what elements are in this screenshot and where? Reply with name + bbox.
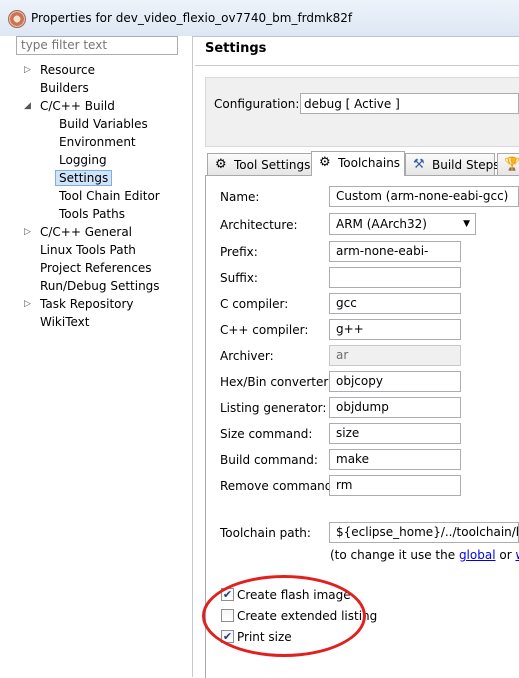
hammer-icon: ⚒ — [413, 157, 425, 172]
window-title: Properties for dev_video_flexio_ov7740_b… — [31, 11, 353, 25]
workspace-link[interactable]: works — [515, 548, 519, 562]
tree-item-resource[interactable]: ▷ Resource — [24, 62, 96, 79]
tab-tool-settings[interactable]: ⚙ Tool Settings — [207, 153, 313, 175]
tree-item-label: C/C++ General — [40, 225, 133, 239]
tree-item-label: WikiText — [40, 315, 90, 329]
tree-item-task-repository[interactable]: ▷ Task Repository — [24, 296, 134, 313]
tree-item-tools-paths[interactable]: Tools Paths — [59, 206, 125, 223]
tree-item-label: Settings — [55, 170, 113, 186]
remove-command-field[interactable]: rm — [329, 475, 461, 496]
c-compiler-field[interactable]: gcc — [329, 293, 461, 314]
tree-item-wikitext[interactable]: WikiText — [40, 314, 90, 331]
toolchain-path-field[interactable]: ${eclipse_home}/../toolchain/bin — [329, 522, 519, 543]
tree-item-label: Tools Paths — [59, 207, 125, 221]
toolchain-path-hint: (to change it use the global or works — [330, 548, 519, 562]
architecture-value: ARM (AArch32) — [336, 217, 427, 231]
tab-build-artifact[interactable]: 🏆 — [497, 153, 519, 175]
tree-item-label: Environment — [59, 135, 136, 149]
collapse-icon[interactable]: ◢ — [24, 98, 31, 115]
expand-icon[interactable]: ▷ — [24, 296, 31, 313]
gear-icon: ⚙ — [215, 157, 227, 172]
build-command-label: Build command: — [220, 453, 318, 467]
settings-tabs: ⚙ Tool Settings ⚙ Toolchains ⚒ Build Ste… — [205, 151, 519, 176]
tree-item-project-references[interactable]: Project References — [40, 260, 152, 277]
tree-item-label: Build Variables — [59, 117, 148, 131]
build-command-field[interactable]: make — [329, 449, 461, 470]
filter-input[interactable] — [16, 36, 178, 55]
toolchain-path-label: Toolchain path: — [220, 526, 311, 540]
app-icon — [8, 10, 26, 28]
cpp-compiler-label: C++ compiler: — [220, 323, 309, 337]
tree-item-linux-tools-path[interactable]: Linux Tools Path — [40, 242, 136, 259]
listing-generator-field[interactable]: objdump — [329, 397, 461, 418]
tree-item-builders[interactable]: Builders — [40, 80, 89, 97]
tree-item-label: Project References — [40, 261, 152, 275]
size-command-label: Size command: — [220, 427, 313, 441]
archiver-field: ar — [329, 345, 461, 366]
configuration-label: Configuration: — [214, 97, 300, 111]
trophy-icon: 🏆 — [504, 157, 519, 172]
hint-text: (to change it use the — [330, 548, 459, 562]
header-divider — [195, 65, 519, 66]
configuration-select[interactable]: debug [ Active ] — [300, 93, 519, 114]
tree-item-label: Builders — [40, 81, 89, 95]
name-label: Name: — [220, 190, 260, 204]
tree-item-label: Resource — [40, 63, 96, 77]
architecture-label: Architecture: — [220, 218, 298, 232]
tab-toolchains[interactable]: ⚙ Toolchains — [311, 151, 405, 176]
tab-label: Toolchains — [338, 156, 401, 170]
suffix-field[interactable] — [329, 267, 461, 288]
size-command-field[interactable]: size — [329, 423, 461, 444]
suffix-label: Suffix: — [220, 271, 258, 285]
expand-icon[interactable]: ▷ — [24, 224, 31, 241]
global-link[interactable]: global — [459, 548, 496, 562]
prefix-label: Prefix: — [220, 245, 258, 259]
name-field[interactable]: Custom (arm-none-eabi-gcc) — [329, 186, 519, 207]
tab-label: Build Steps — [432, 158, 500, 172]
expand-icon[interactable]: ▷ — [24, 62, 31, 79]
architecture-select[interactable]: ARM (AArch32) ▼ — [329, 213, 476, 235]
tree-item-label: Logging — [59, 153, 107, 167]
remove-command-label: Remove command: — [220, 479, 337, 493]
page-title: Settings — [205, 41, 267, 56]
property-navigation: ▷ Resource Builders ◢ C/C++ Build Build … — [0, 36, 193, 677]
tree-item-tool-chain-editor[interactable]: Tool Chain Editor — [59, 188, 160, 205]
tree-item-logging[interactable]: Logging — [59, 152, 107, 169]
gear-icon: ⚙ — [319, 155, 331, 170]
chevron-down-icon: ▼ — [463, 219, 470, 229]
tree-item-build-variables[interactable]: Build Variables — [59, 116, 148, 133]
tree-item-cpp-build[interactable]: ◢ C/C++ Build — [24, 98, 115, 115]
hexbin-converter-field[interactable]: objcopy — [329, 371, 461, 392]
tree-item-environment[interactable]: Environment — [59, 134, 136, 151]
tree-item-label: Run/Debug Settings — [40, 279, 160, 293]
listing-generator-label: Listing generator: — [220, 401, 327, 415]
prefix-field[interactable]: arm-none-eabi- — [329, 241, 461, 262]
tree-item-settings[interactable]: Settings — [55, 170, 113, 187]
tree-item-cpp-general[interactable]: ▷ C/C++ General — [24, 224, 133, 241]
tree-item-label: Linux Tools Path — [40, 243, 136, 257]
tree-item-label: Task Repository — [40, 297, 134, 311]
cpp-compiler-field[interactable]: g++ — [329, 319, 461, 340]
archiver-label: Archiver: — [220, 349, 274, 363]
highlight-annotation — [202, 575, 366, 657]
tree-item-run-debug-settings[interactable]: Run/Debug Settings — [40, 278, 160, 295]
tab-build-steps[interactable]: ⚒ Build Steps — [405, 153, 500, 175]
window-title-bar: Properties for dev_video_flexio_ov7740_b… — [0, 0, 519, 37]
tree-item-label: Tool Chain Editor — [59, 189, 160, 203]
tab-label: Tool Settings — [234, 158, 311, 172]
hint-text: or — [495, 548, 516, 562]
tree-item-label: C/C++ Build — [40, 99, 115, 113]
hexbin-converter-label: Hex/Bin converter: — [220, 375, 333, 389]
c-compiler-label: C compiler: — [220, 297, 289, 311]
